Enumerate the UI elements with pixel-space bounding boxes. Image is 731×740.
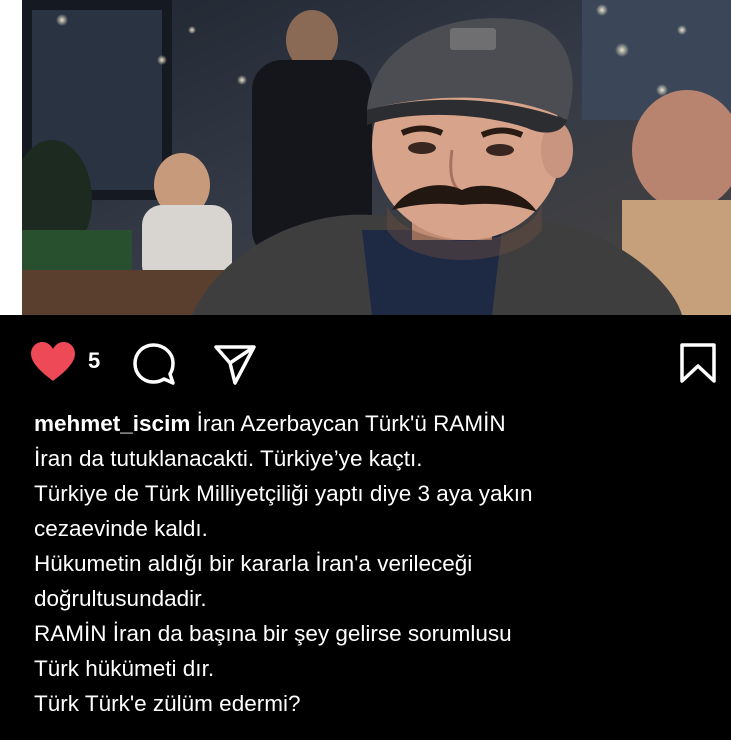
post-caption: mehmet_iscim İran Azerbaycan Türk'ü RAMİ… xyxy=(34,406,714,721)
post-action-bar xyxy=(0,315,731,410)
username-link[interactable]: mehmet_iscim xyxy=(34,411,190,436)
heart-icon[interactable] xyxy=(29,341,77,388)
post-photo[interactable] xyxy=(22,0,731,315)
caption-line: RAMİN İran da başına bir şey gelirse sor… xyxy=(34,621,512,646)
caption-line: cezaevinde kaldı. xyxy=(34,516,208,541)
bookmark-icon[interactable] xyxy=(679,342,717,389)
comment-bubble-icon[interactable] xyxy=(132,342,176,391)
like-count[interactable]: 5 xyxy=(88,348,100,374)
post-photo-illustration xyxy=(22,0,731,315)
caption-line: İran da tutuklanacakti. Türkiye’ye kaçtı… xyxy=(34,446,423,471)
caption-line: Hükumetin aldığı bir kararla İran'a veri… xyxy=(34,551,473,576)
caption-line: doğrultusundadir. xyxy=(34,586,207,611)
caption-line: Türkiye de Türk Milliyetçiliği yaptı diy… xyxy=(34,481,533,506)
caption-line: Türk Türk'e zülüm edermi? xyxy=(34,691,301,716)
caption-line: Türk hükümeti dır. xyxy=(34,656,215,681)
caption-line-1: mehmet_iscim İran Azerbaycan Türk'ü RAMİ… xyxy=(34,406,714,441)
post-image-frame xyxy=(0,0,731,315)
caption-text: İran Azerbaycan Türk'ü RAMİN xyxy=(196,411,506,436)
paper-plane-icon[interactable] xyxy=(213,343,257,392)
